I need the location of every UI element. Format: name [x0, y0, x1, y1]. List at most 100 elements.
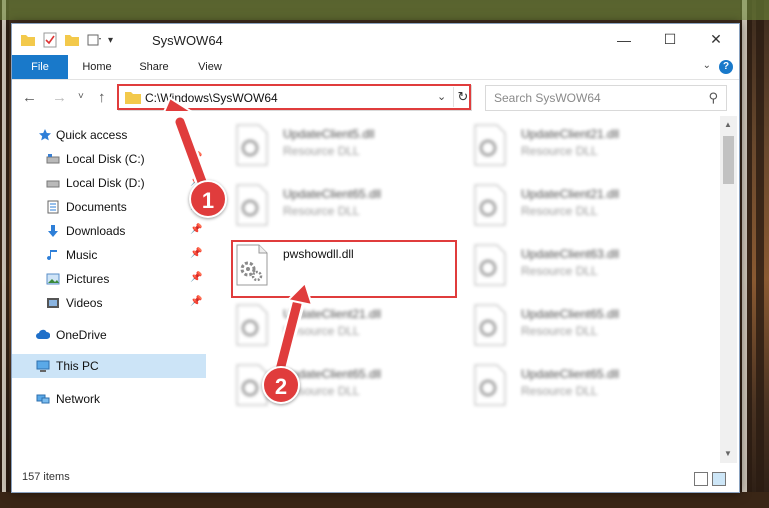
file-item[interactable]: UpdateClient63.dll Resource DLL: [473, 244, 703, 296]
file-type: Resource DLL: [283, 204, 360, 218]
forward-arrow-icon[interactable]: →: [52, 89, 67, 106]
sidebar-item-this-pc[interactable]: This PC: [12, 354, 206, 378]
file-item[interactable]: UpdateClient21.dll Resource DLL: [473, 124, 703, 176]
search-box[interactable]: Search SysWOW64 ⚲: [485, 85, 727, 111]
computer-icon: [36, 360, 50, 372]
search-input[interactable]: Search SysWOW64: [494, 91, 601, 105]
dll-file-icon: [236, 124, 268, 166]
customize-toolbar-icon[interactable]: [86, 32, 102, 48]
address-bar[interactable]: C:\Windows\SysWOW64 ⌄ ↻: [118, 85, 472, 111]
dll-file-icon: [236, 304, 268, 346]
back-arrow-icon[interactable]: ←: [22, 89, 37, 106]
sidebar-item-local-disk-c[interactable]: Local Disk (C:) 📌: [12, 148, 206, 170]
pin-icon[interactable]: 📌: [190, 224, 202, 235]
navigation-pane: Quick access Local Disk (C:) 📌 Local Dis…: [12, 116, 206, 463]
address-path[interactable]: C:\Windows\SysWOW64: [145, 91, 278, 105]
step-1-badge: 1: [189, 180, 227, 218]
sidebar-item-local-disk-d[interactable]: Local Disk (D:) 📌: [12, 172, 206, 194]
folder-icon: [21, 35, 35, 46]
recent-locations-icon[interactable]: ˅: [78, 91, 84, 102]
file-type: Resource DLL: [521, 384, 598, 398]
large-icons-view-icon[interactable]: [712, 472, 726, 486]
file-item[interactable]: UpdateClient5.dll Resource DLL: [235, 124, 465, 176]
chevron-down-icon[interactable]: ⌄: [437, 90, 446, 103]
pin-icon[interactable]: 📌: [190, 296, 202, 307]
minimize-button[interactable]: —: [601, 24, 647, 55]
scroll-down-icon[interactable]: ▼: [724, 449, 732, 458]
tab-share[interactable]: Share: [132, 55, 176, 79]
tab-view[interactable]: View: [188, 55, 232, 79]
properties-icon[interactable]: [42, 32, 58, 48]
tab-file[interactable]: File: [12, 55, 68, 79]
sidebar-item-label: Downloads: [66, 224, 126, 238]
file-highlight-box: [231, 240, 457, 298]
file-name: UpdateClient65.dll: [521, 367, 620, 381]
new-folder-icon[interactable]: [64, 32, 80, 48]
file-item[interactable]: UpdateClient65.dll Resource DLL: [473, 364, 703, 416]
sidebar-item-label: Pictures: [66, 272, 110, 286]
pin-icon[interactable]: 📌: [190, 272, 202, 283]
file-item[interactable]: UpdateClient65.dll Resource DLL: [235, 184, 465, 236]
explorer-window: ▾ SysWOW64 — ☐ ✕ File Home Share View ⌄ …: [11, 23, 740, 493]
up-arrow-icon[interactable]: ↑: [98, 89, 106, 106]
pin-icon[interactable]: 📌: [190, 248, 202, 259]
sidebar-item-pictures[interactable]: Pictures 📌: [12, 268, 206, 290]
file-type: Resource DLL: [521, 324, 598, 338]
help-icon[interactable]: ?: [719, 60, 733, 74]
sidebar-item-videos[interactable]: Videos 📌: [12, 292, 206, 314]
sidebar-item-downloads[interactable]: Downloads 📌: [12, 220, 206, 242]
file-item[interactable]: UpdateClient21.dll Resource DLL: [473, 184, 703, 236]
sidebar-item-label: Music: [66, 248, 98, 262]
window-title: SysWOW64: [152, 33, 223, 48]
sidebar-item-label: This PC: [56, 359, 99, 373]
expand-ribbon-icon[interactable]: ⌄: [703, 60, 711, 71]
file-type: Resource DLL: [521, 204, 598, 218]
sidebar-item-network[interactable]: Network: [12, 388, 206, 410]
dll-file-icon: [474, 364, 506, 406]
file-item[interactable]: UpdateClient21.dll Resource DLL: [235, 304, 465, 356]
sidebar-item-label: Videos: [66, 296, 103, 310]
vertical-scrollbar[interactable]: ▲ ▼: [720, 116, 737, 463]
drive-icon: [46, 154, 60, 164]
ribbon-tabs: File Home Share View ⌄ ?: [12, 55, 739, 80]
sidebar-item-documents[interactable]: Documents 📌: [12, 196, 206, 218]
sidebar-item-music[interactable]: Music 📌: [12, 244, 206, 266]
sidebar-item-quick-access[interactable]: Quick access: [12, 124, 206, 146]
file-name: UpdateClient63.dll: [521, 247, 620, 261]
pin-icon[interactable]: 📌: [190, 152, 202, 163]
details-view-icon[interactable]: [694, 472, 708, 486]
download-icon: [48, 225, 58, 237]
scroll-up-icon[interactable]: ▲: [724, 120, 732, 129]
cloud-icon: [36, 329, 50, 339]
network-icon: [36, 394, 50, 404]
dll-file-icon: [474, 304, 506, 346]
scrollbar-thumb[interactable]: [723, 136, 734, 184]
close-button[interactable]: ✕: [693, 24, 739, 55]
file-name: UpdateClient21.dll: [521, 127, 620, 141]
file-type: Resource DLL: [283, 144, 360, 158]
pictures-icon: [46, 273, 60, 285]
quick-access-toolbar: ▾: [20, 32, 113, 48]
dll-file-icon: [474, 124, 506, 166]
file-item[interactable]: UpdateClient65.dll Resource DLL: [473, 304, 703, 356]
file-name: UpdateClient21.dll: [521, 187, 620, 201]
sidebar-item-label: Local Disk (C:): [66, 152, 145, 166]
toolbar-dropdown-icon[interactable]: ▾: [108, 35, 113, 46]
video-icon: [47, 298, 59, 308]
star-icon: [39, 129, 51, 141]
sidebar-item-onedrive[interactable]: OneDrive: [12, 324, 206, 346]
maximize-button[interactable]: ☐: [647, 24, 693, 55]
tab-home[interactable]: Home: [74, 55, 120, 79]
refresh-icon[interactable]: ↻: [453, 87, 472, 107]
drive-icon: [46, 180, 60, 188]
file-type: Resource DLL: [521, 264, 598, 278]
search-icon[interactable]: ⚲: [708, 90, 718, 106]
dll-file-icon: [474, 244, 506, 286]
dll-file-icon: [236, 184, 268, 226]
sidebar-item-label: Quick access: [56, 128, 128, 142]
music-icon: [47, 250, 57, 261]
sidebar-item-label: Network: [56, 392, 101, 406]
sidebar-item-label: Local Disk (D:): [66, 176, 145, 190]
folder-icon: [125, 92, 141, 104]
sidebar-item-label: OneDrive: [56, 328, 107, 342]
